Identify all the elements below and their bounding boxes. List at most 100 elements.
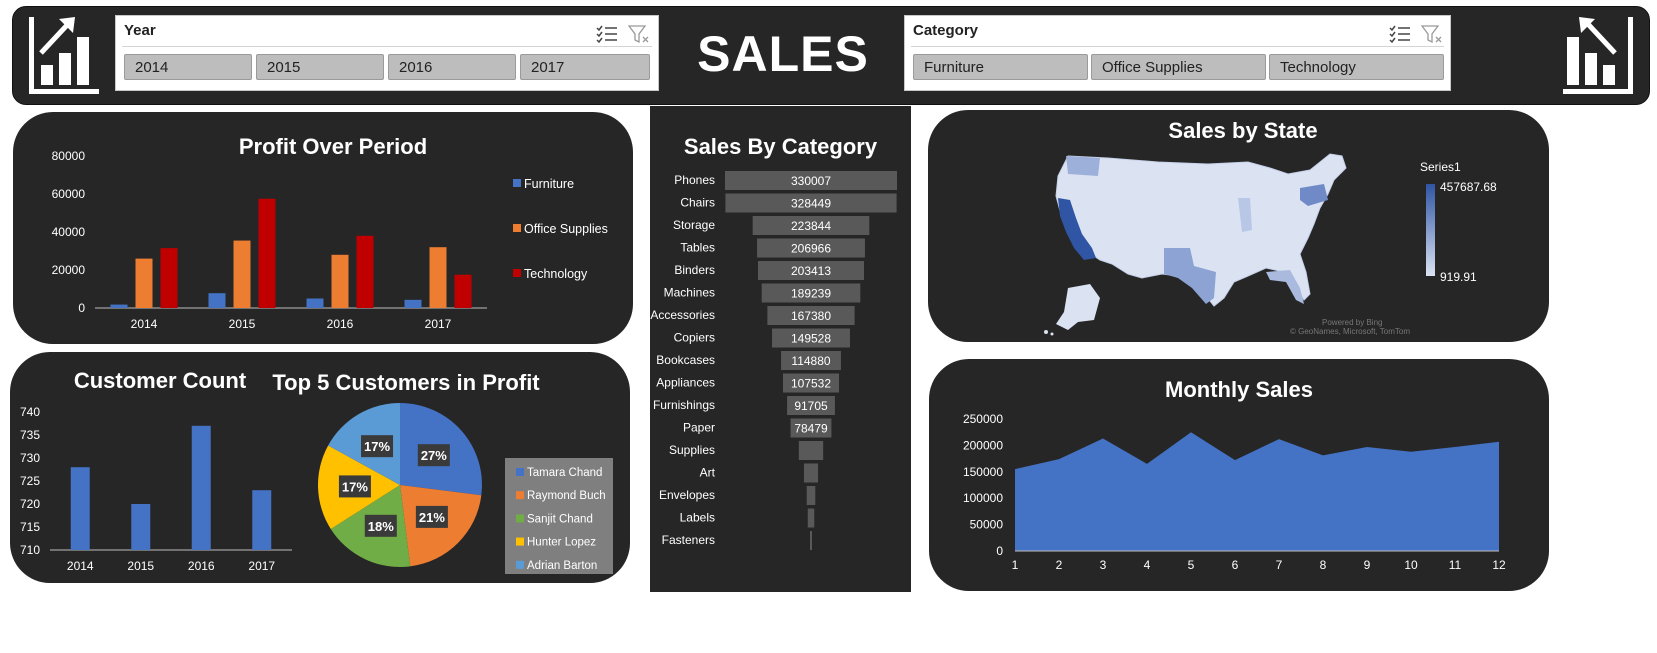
x-tick-label: 11 [1449, 558, 1462, 572]
x-tick-label: 2017 [248, 559, 275, 573]
category-furniture-button[interactable]: Furniture [913, 54, 1088, 80]
y-tick-label: 150000 [963, 465, 1003, 479]
y-tick-label: 0 [78, 301, 85, 315]
customer-count-chart: 710 715 720 725 730 735 740 2014 2015 2016 2017 [20, 405, 292, 573]
hawaii [1050, 332, 1054, 336]
category-label: Storage [673, 218, 715, 232]
category-label: Art [700, 466, 716, 480]
bar-data-label: 189239 [791, 287, 831, 301]
bar-office-supplies [331, 254, 349, 308]
legend-swatch [516, 560, 524, 569]
bar-data-label: 91705 [794, 399, 828, 413]
category-label: Paper [683, 421, 715, 435]
category-label: Furnishings [653, 398, 715, 412]
x-tick-label: 1 [1012, 558, 1019, 572]
map-legend-max: 457687.68 [1440, 180, 1497, 194]
customers-panel: Customer Count Top 5 Customers in Profit… [10, 352, 630, 583]
y-tick-label: 50000 [970, 518, 1004, 532]
category-label: Bookcases [656, 353, 715, 367]
top5-customers-pie: 27% 21% 18% 17% 17% [318, 403, 482, 567]
sales-by-state-title: Sales by State [1168, 118, 1318, 143]
category-slicer: Category Furniture Office Supplies Techn… [904, 15, 1451, 91]
x-tick-label: 2014 [67, 559, 94, 573]
x-tick-label: 2017 [425, 317, 452, 331]
bar-technology [160, 248, 178, 308]
y-tick-label: 0 [996, 544, 1003, 558]
year-2014-button[interactable]: 2014 [124, 54, 252, 80]
x-tick-label: 3 [1100, 558, 1107, 572]
funnel-bar [798, 441, 824, 460]
y-tick-label: 40000 [52, 225, 86, 239]
y-tick-label: 725 [20, 474, 40, 488]
category-label: Accessories [650, 308, 715, 322]
category-label: Chairs [680, 196, 715, 210]
pie-data-label: 18% [368, 519, 394, 534]
slicer-divider [911, 46, 1444, 47]
map-attribution-1: Powered by Bing [1322, 318, 1383, 327]
bar-technology [454, 274, 472, 308]
year-2016-button[interactable]: 2016 [388, 54, 516, 80]
clear-filter-icon[interactable] [628, 24, 650, 44]
category-label: Fasteners [662, 533, 715, 547]
bar-furniture [306, 298, 324, 308]
area-series [1015, 432, 1499, 551]
x-tick-label: 7 [1276, 558, 1283, 572]
category-label: Appliances [656, 376, 715, 390]
category-label: Copiers [674, 331, 715, 345]
x-tick-label: 5 [1188, 558, 1195, 572]
x-tick-label: 12 [1492, 558, 1506, 572]
y-tick-label: 250000 [963, 412, 1003, 426]
legend-swatch [513, 269, 521, 277]
x-tick-label: 2016 [327, 317, 354, 331]
monthly-sales-panel: Monthly Sales 0 50000 100000 150000 200000 25… [929, 359, 1549, 591]
funnel-bar [803, 463, 819, 483]
clear-filter-icon[interactable] [1421, 24, 1443, 44]
bar-data-label: 107532 [791, 377, 831, 391]
header-bar: Year 2014 2015 2016 2017 SALES Category [12, 6, 1650, 105]
pie-legend: Tamara Chand Raymond Buch Sanjit Chand Hunt… [505, 458, 613, 574]
bar-chart-growth-icon [29, 17, 99, 94]
legend-label: Raymond Buch [527, 490, 606, 502]
category-label: Tables [680, 241, 715, 255]
category-office-supplies-button[interactable]: Office Supplies [1091, 54, 1266, 80]
map-legend-gradient [1426, 184, 1435, 276]
legend-swatch [513, 179, 521, 187]
dashboard-title: SALES [697, 26, 869, 82]
x-tick-label: 6 [1232, 558, 1239, 572]
multi-select-icon[interactable] [596, 24, 618, 44]
x-tick-label: 2015 [229, 317, 256, 331]
bar-data-label: 203413 [791, 264, 831, 278]
bar-data-label: 78479 [794, 422, 828, 436]
pie-data-label: 27% [421, 448, 447, 463]
legend-label: Sanjit Chand [527, 513, 593, 525]
category-label: Binders [674, 263, 715, 277]
y-tick-label: 20000 [52, 263, 86, 277]
legend-swatch [516, 537, 524, 546]
map-legend-title: Series1 [1420, 160, 1461, 174]
pie-data-label: 17% [342, 479, 368, 494]
x-tick-label: 2016 [188, 559, 215, 573]
bar-technology [356, 235, 374, 308]
category-technology-button[interactable]: Technology [1269, 54, 1444, 80]
category-label: Envelopes [659, 488, 715, 502]
year-2015-button[interactable]: 2015 [256, 54, 384, 80]
bar [252, 490, 272, 550]
year-slicer-title: Year [124, 22, 156, 39]
map-attribution-2: © GeoNames, Microsoft, TomTom [1290, 327, 1410, 336]
x-tick-label: 8 [1320, 558, 1327, 572]
bar-furniture [404, 299, 422, 308]
multi-select-icon[interactable] [1389, 24, 1411, 44]
y-tick-label: 735 [20, 428, 40, 442]
category-label: Machines [664, 286, 715, 300]
y-tick-label: 740 [20, 405, 40, 419]
bar-technology [258, 198, 276, 308]
bar-office-supplies [233, 240, 251, 308]
bar-data-label: 206966 [791, 242, 831, 256]
year-2017-button[interactable]: 2017 [520, 54, 650, 80]
y-tick-label: 720 [20, 497, 40, 511]
bar-data-label: 223844 [791, 219, 831, 233]
funnel-bar [810, 531, 812, 550]
year-slicer: Year 2014 2015 2016 2017 [115, 15, 659, 91]
y-tick-label: 200000 [963, 438, 1003, 452]
x-tick-label: 2 [1056, 558, 1063, 572]
